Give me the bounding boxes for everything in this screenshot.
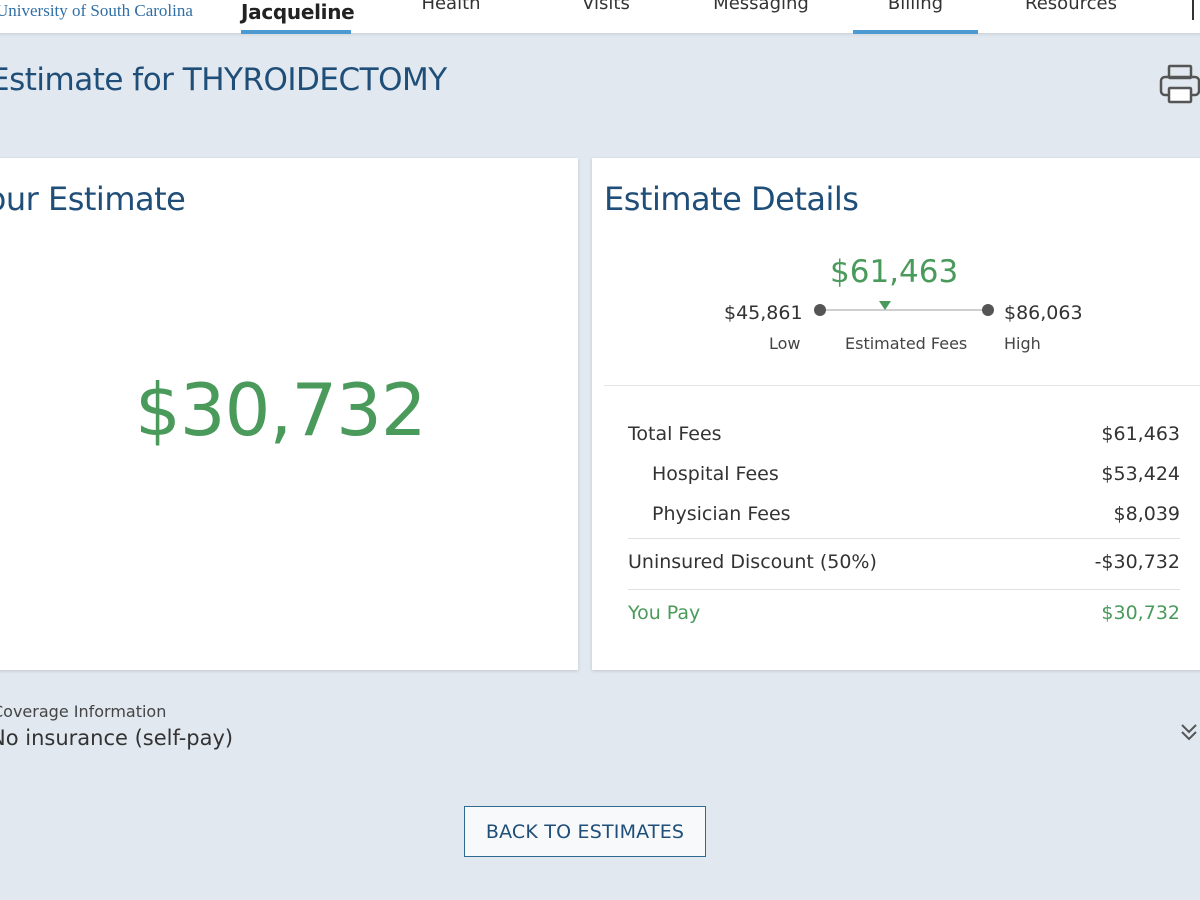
range-high-label: High	[1004, 334, 1041, 353]
nav-overflow-item[interactable]	[1192, 0, 1200, 20]
range-low-dot	[814, 304, 826, 316]
fee-label: Hospital Fees	[652, 463, 779, 485]
user-tab-underline	[241, 30, 351, 34]
range-low-value: $45,861	[724, 302, 803, 324]
tab-health-label: Health	[421, 0, 481, 14]
print-icon[interactable]	[1158, 62, 1200, 106]
tab-messaging[interactable]: Messaging	[700, 0, 822, 34]
tab-resources-label: Resources	[1025, 0, 1117, 14]
range-estimated-value: $61,463	[830, 254, 959, 290]
estimate-amount: $30,732	[135, 368, 427, 452]
fee-label: Total Fees	[628, 423, 722, 445]
tab-billing-label: Billing	[887, 0, 944, 14]
chevron-double-down-icon[interactable]	[1178, 720, 1200, 744]
fee-separator	[628, 538, 1180, 539]
coverage-info-label: Coverage Information	[0, 702, 167, 721]
fee-value: -$30,732	[1094, 551, 1180, 573]
fee-value: $53,424	[1101, 463, 1180, 485]
tab-health[interactable]: Health	[405, 0, 497, 34]
tab-visits-label: Visits	[582, 0, 630, 14]
back-to-estimates-button[interactable]: BACK TO ESTIMATES	[464, 806, 706, 857]
fee-value: $61,463	[1101, 423, 1180, 445]
user-name-tab[interactable]: Jacqueline	[241, 0, 355, 34]
range-estimate-marker	[879, 301, 891, 310]
range-high-dot	[982, 304, 994, 316]
fee-value: $8,039	[1113, 503, 1180, 525]
your-estimate-card: Your Estimate $30,732	[0, 158, 578, 670]
tab-resources[interactable]: Resources	[1010, 0, 1132, 34]
you-pay-label: You Pay	[628, 602, 701, 624]
coverage-info-value: No insurance (self-pay)	[0, 726, 234, 750]
tab-visits[interactable]: Visits	[560, 0, 652, 34]
fee-label: Physician Fees	[652, 503, 791, 525]
tab-billing[interactable]: Billing	[853, 0, 978, 34]
range-estimated-label: Estimated Fees	[845, 334, 968, 353]
fee-label: Uninsured Discount (50%)	[628, 551, 877, 573]
your-estimate-title: Your Estimate	[0, 180, 186, 218]
page-title: Estimate for THYROIDECTOMY	[0, 62, 447, 98]
range-high-value: $86,063	[1004, 302, 1083, 324]
active-tab-underline	[853, 30, 978, 34]
fee-separator	[628, 589, 1180, 590]
estimate-details-card: Estimate Details $61,463 $45,861 $86,063…	[592, 158, 1200, 670]
range-low-label: Low	[769, 334, 801, 353]
you-pay-value: $30,732	[1101, 602, 1180, 624]
details-divider	[604, 385, 1200, 386]
top-navigation: University of South Carolina Jacqueline …	[0, 0, 1200, 34]
estimate-details-title: Estimate Details	[604, 180, 859, 218]
range-track	[820, 309, 988, 311]
tab-messaging-label: Messaging	[713, 0, 809, 14]
user-name-label: Jacqueline	[241, 0, 355, 24]
org-logo-text[interactable]: University of South Carolina	[0, 1, 193, 21]
